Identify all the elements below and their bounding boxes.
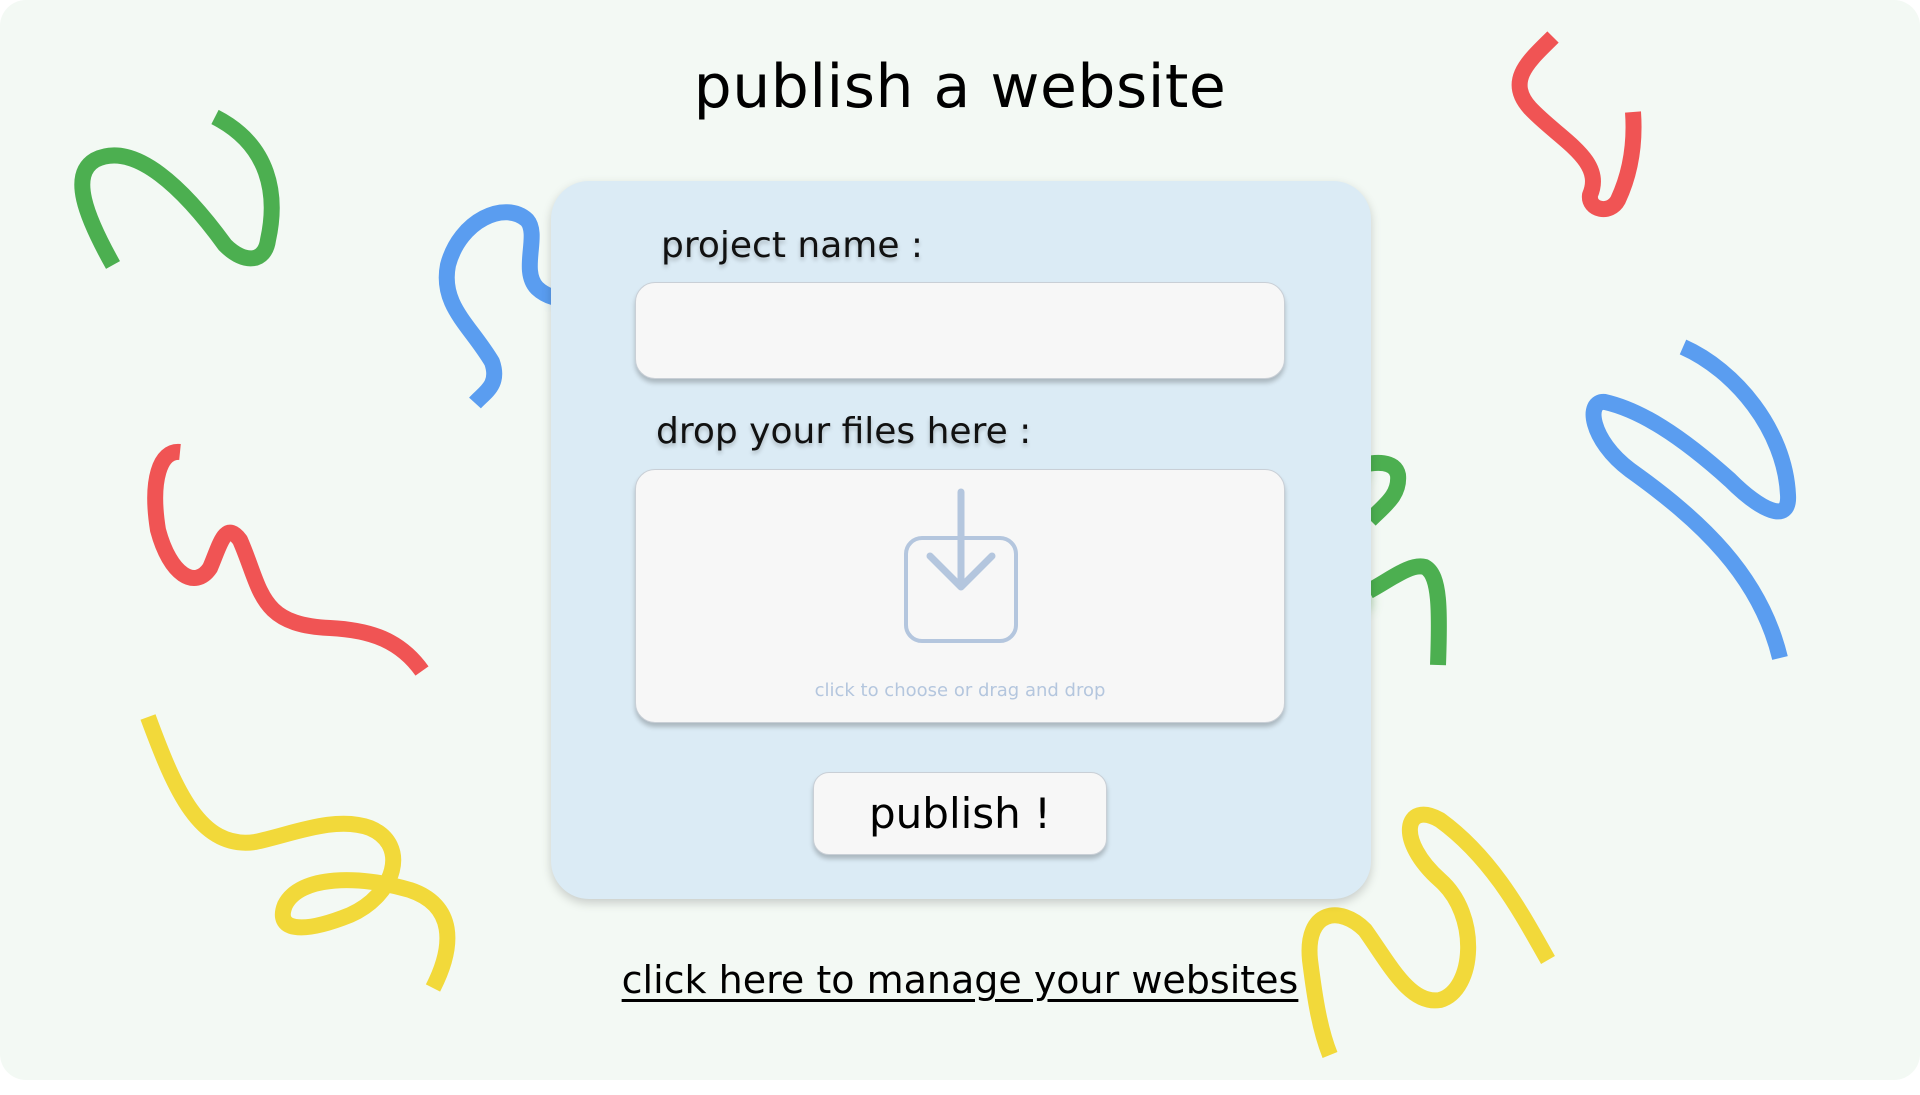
page-canvas: publish a website project name : drop yo… (0, 0, 1920, 1080)
red-squiggle (147, 444, 429, 676)
dropzone-hint: click to choose or drag and drop (814, 680, 1106, 701)
publish-form-card: project name : drop your files here : cl… (551, 181, 1371, 899)
download-tray-icon (904, 488, 1018, 643)
manage-websites-link[interactable]: click here to manage your websites (622, 958, 1299, 1002)
page-title: publish a website (693, 52, 1227, 122)
manage-websites-link-container: click here to manage your websites (0, 958, 1920, 1002)
files-label: drop your files here : (656, 411, 1032, 452)
green-squiggle (74, 109, 280, 269)
yellow-squiggle (140, 714, 456, 992)
project-name-label: project name : (661, 225, 924, 266)
file-dropzone[interactable]: click to choose or drag and drop (635, 469, 1285, 723)
publish-button[interactable]: publish ! (813, 772, 1107, 855)
green-squiggle (1365, 558, 1447, 666)
project-name-input[interactable] (635, 282, 1285, 379)
blue-squiggle (1585, 339, 1797, 660)
